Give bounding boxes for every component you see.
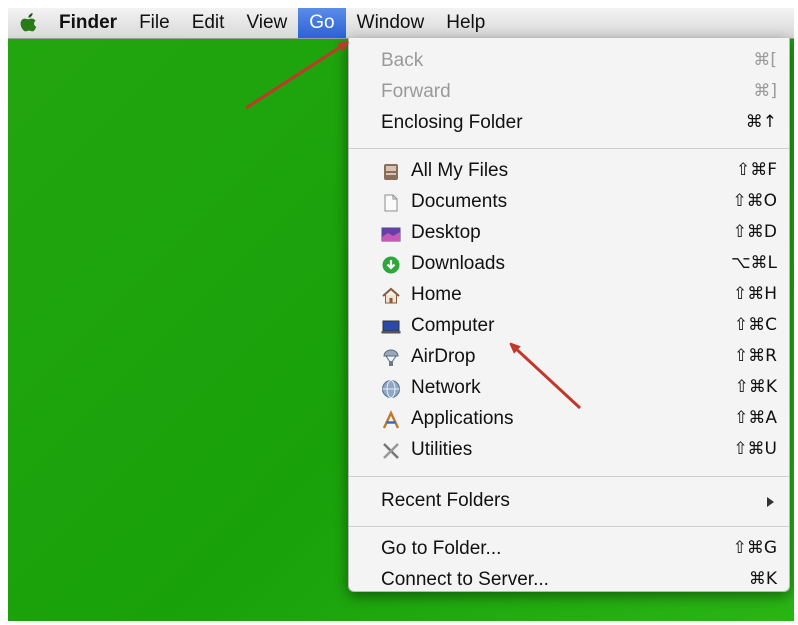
arrow-to-computer (513, 346, 582, 410)
desktop: Finder File Edit View Go Window Help Bac… (8, 8, 794, 621)
arrow-to-go-menu (245, 44, 345, 110)
annotation-arrows (245, 8, 582, 410)
